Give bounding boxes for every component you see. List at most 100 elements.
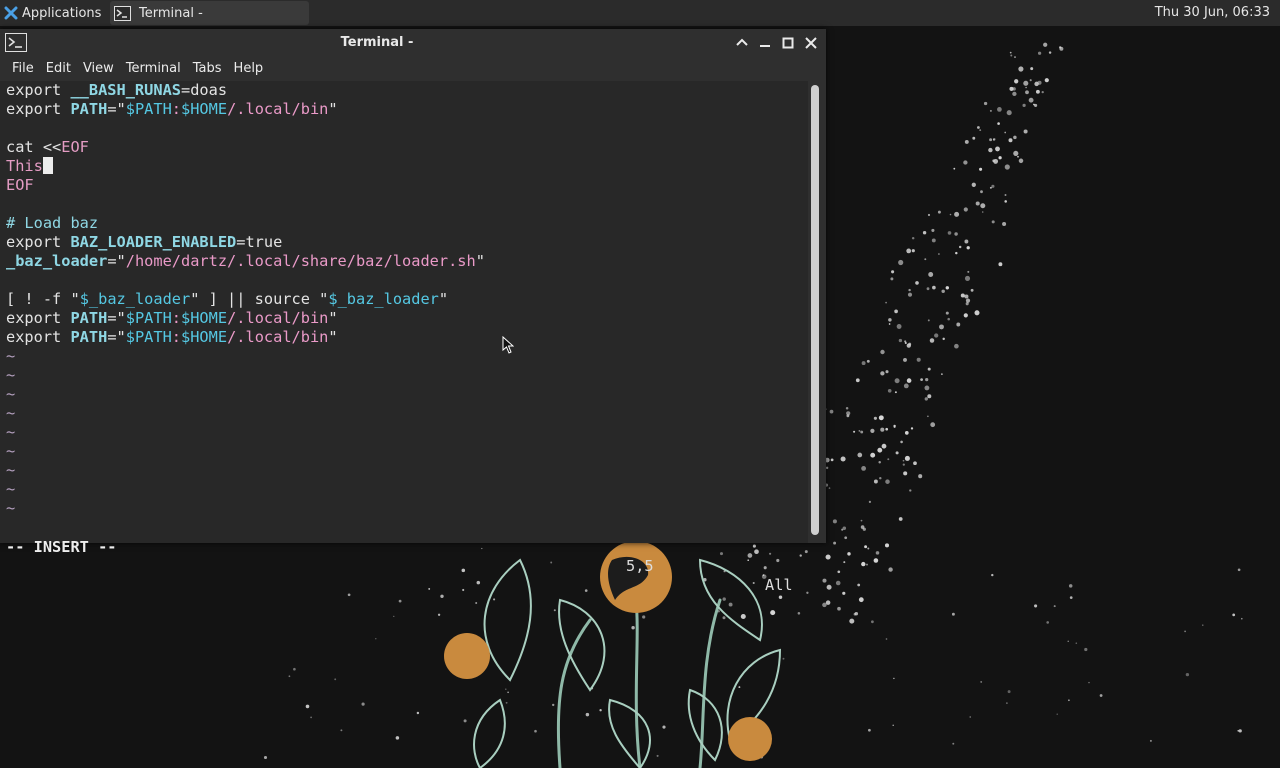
code-token: EOF bbox=[61, 138, 89, 156]
code-token: /.local/bin bbox=[227, 328, 329, 346]
taskbar-terminal-button[interactable]: Terminal - bbox=[110, 1, 309, 25]
applications-label: Applications bbox=[22, 5, 102, 21]
code-token: " bbox=[438, 290, 449, 308]
code-token: PATH bbox=[70, 328, 108, 346]
code-token: export bbox=[6, 233, 71, 251]
close-icon[interactable] bbox=[803, 35, 819, 51]
code-token: ~ bbox=[6, 423, 16, 441]
editor-line: export __BASH_RUNAS=doas bbox=[6, 81, 227, 100]
code-token: =true bbox=[236, 233, 283, 251]
taskbar-terminal-label: Terminal - bbox=[139, 5, 203, 21]
code-token: $HOME bbox=[181, 328, 228, 346]
code-token: ~ bbox=[6, 347, 16, 365]
editor-line: export PATH="$PATH:$HOME/.local/bin" bbox=[6, 309, 338, 328]
code-token: ~ bbox=[6, 404, 16, 422]
code-token: " bbox=[328, 100, 338, 118]
editor-line: ~ bbox=[6, 442, 15, 461]
code-token: : bbox=[171, 328, 182, 346]
code-token: PATH bbox=[70, 309, 108, 327]
code-token: /home/dartz/.local/share/baz/loader.sh bbox=[125, 252, 476, 270]
code-token: =doas bbox=[180, 81, 228, 99]
code-token: ~ bbox=[6, 442, 16, 460]
code-token: _baz_loader bbox=[6, 252, 108, 270]
window-title: Terminal - bbox=[340, 35, 414, 50]
editor-line: ~ bbox=[6, 347, 15, 366]
editor-line: ~ bbox=[6, 385, 15, 404]
editor-line: cat <<EOF bbox=[6, 138, 89, 157]
code-token: $HOME bbox=[181, 309, 228, 327]
editor-line: ~ bbox=[6, 461, 15, 480]
shade-icon[interactable] bbox=[734, 35, 750, 51]
editor-line: export PATH="$PATH:$HOME/.local/bin" bbox=[6, 328, 338, 347]
window-titlebar[interactable]: Terminal - bbox=[0, 29, 826, 57]
code-token: $PATH bbox=[125, 328, 172, 346]
code-token: " bbox=[328, 328, 338, 346]
code-token: cat << bbox=[6, 138, 62, 156]
code-token: ~ bbox=[6, 461, 16, 479]
minimize-icon[interactable] bbox=[757, 35, 773, 51]
code-token: /.local/bin bbox=[227, 100, 329, 118]
code-token: This bbox=[6, 157, 43, 175]
editor-line: _baz_loader="/home/dartz/.local/share/ba… bbox=[6, 252, 485, 271]
panel-clock[interactable]: Thu 30 Jun, 06:33 bbox=[1155, 0, 1270, 26]
code-token: [ ! -f " bbox=[6, 290, 80, 308]
code-token: $_baz_loader bbox=[79, 290, 191, 308]
editor-line: # Load baz bbox=[6, 214, 98, 233]
editor-line: ~ bbox=[6, 366, 15, 385]
text-cursor bbox=[42, 157, 53, 174]
code-token: =" bbox=[107, 328, 126, 346]
editor-line: ~ bbox=[6, 423, 15, 442]
code-token: export bbox=[6, 328, 71, 346]
code-token: export bbox=[6, 309, 71, 327]
menu-terminal[interactable]: Terminal bbox=[120, 57, 187, 81]
code-token: ~ bbox=[6, 499, 16, 517]
menu-tabs[interactable]: Tabs bbox=[187, 57, 228, 81]
editor-line: [ ! -f "$_baz_loader" ] || source "$_baz… bbox=[6, 290, 448, 309]
code-token: ~ bbox=[6, 480, 16, 498]
code-token: $PATH bbox=[125, 309, 172, 327]
code-token: =" bbox=[107, 309, 126, 327]
scroll-indicator: All bbox=[765, 576, 793, 594]
code-token: " bbox=[475, 252, 485, 270]
terminal-text-area[interactable]: export __BASH_RUNAS=doas export PATH="$PA… bbox=[0, 81, 808, 594]
code-token: =" bbox=[107, 252, 126, 270]
cursor-position: 5,5 bbox=[626, 557, 654, 575]
applications-menu[interactable]: Applications bbox=[0, 0, 105, 26]
code-token: " ] || source " bbox=[190, 290, 329, 308]
code-token: $_baz_loader bbox=[328, 290, 439, 308]
mouse-pointer-icon bbox=[502, 336, 514, 354]
xfce-logo-icon bbox=[4, 6, 18, 20]
editor-line: ~ bbox=[6, 499, 15, 518]
code-token: ~ bbox=[6, 385, 16, 403]
scrollbar-thumb[interactable] bbox=[811, 85, 819, 535]
code-token: ~ bbox=[6, 366, 16, 384]
scrollbar[interactable] bbox=[808, 81, 826, 543]
menu-view[interactable]: View bbox=[77, 57, 120, 81]
top-panel: Applications Terminal - Thu 30 Jun, 06:3… bbox=[0, 0, 1280, 26]
code-token: export bbox=[6, 100, 71, 118]
editor-line: This bbox=[6, 157, 53, 176]
code-token: " bbox=[328, 309, 338, 327]
menu-file[interactable]: File bbox=[0, 57, 40, 81]
maximize-icon[interactable] bbox=[780, 35, 796, 51]
code-token: export bbox=[6, 81, 71, 99]
code-token: $PATH bbox=[125, 100, 172, 118]
vim-status-line: -- INSERT -- 5,5 All bbox=[0, 519, 808, 594]
menu-bar: File Edit View Terminal Tabs Help bbox=[0, 57, 826, 81]
code-token: PATH bbox=[70, 100, 108, 118]
terminal-icon bbox=[114, 5, 131, 21]
code-token: BAZ_LOADER_ENABLED bbox=[70, 233, 237, 251]
menu-help[interactable]: Help bbox=[228, 57, 270, 81]
code-token: =" bbox=[107, 100, 126, 118]
code-token: : bbox=[171, 100, 182, 118]
editor-line: export PATH="$PATH:$HOME/.local/bin" bbox=[6, 100, 338, 119]
editor-line: export BAZ_LOADER_ENABLED=true bbox=[6, 233, 282, 252]
menu-edit[interactable]: Edit bbox=[40, 57, 77, 81]
vim-mode-indicator: -- INSERT -- bbox=[6, 538, 117, 556]
terminal-window: Terminal - File Edit View Terminal Tabs … bbox=[0, 29, 826, 594]
code-token: $HOME bbox=[181, 100, 228, 118]
code-token: /.local/bin bbox=[227, 309, 329, 327]
editor-line: ~ bbox=[6, 404, 15, 423]
code-token: __BASH_RUNAS bbox=[70, 81, 181, 99]
editor-line: ~ bbox=[6, 480, 15, 499]
